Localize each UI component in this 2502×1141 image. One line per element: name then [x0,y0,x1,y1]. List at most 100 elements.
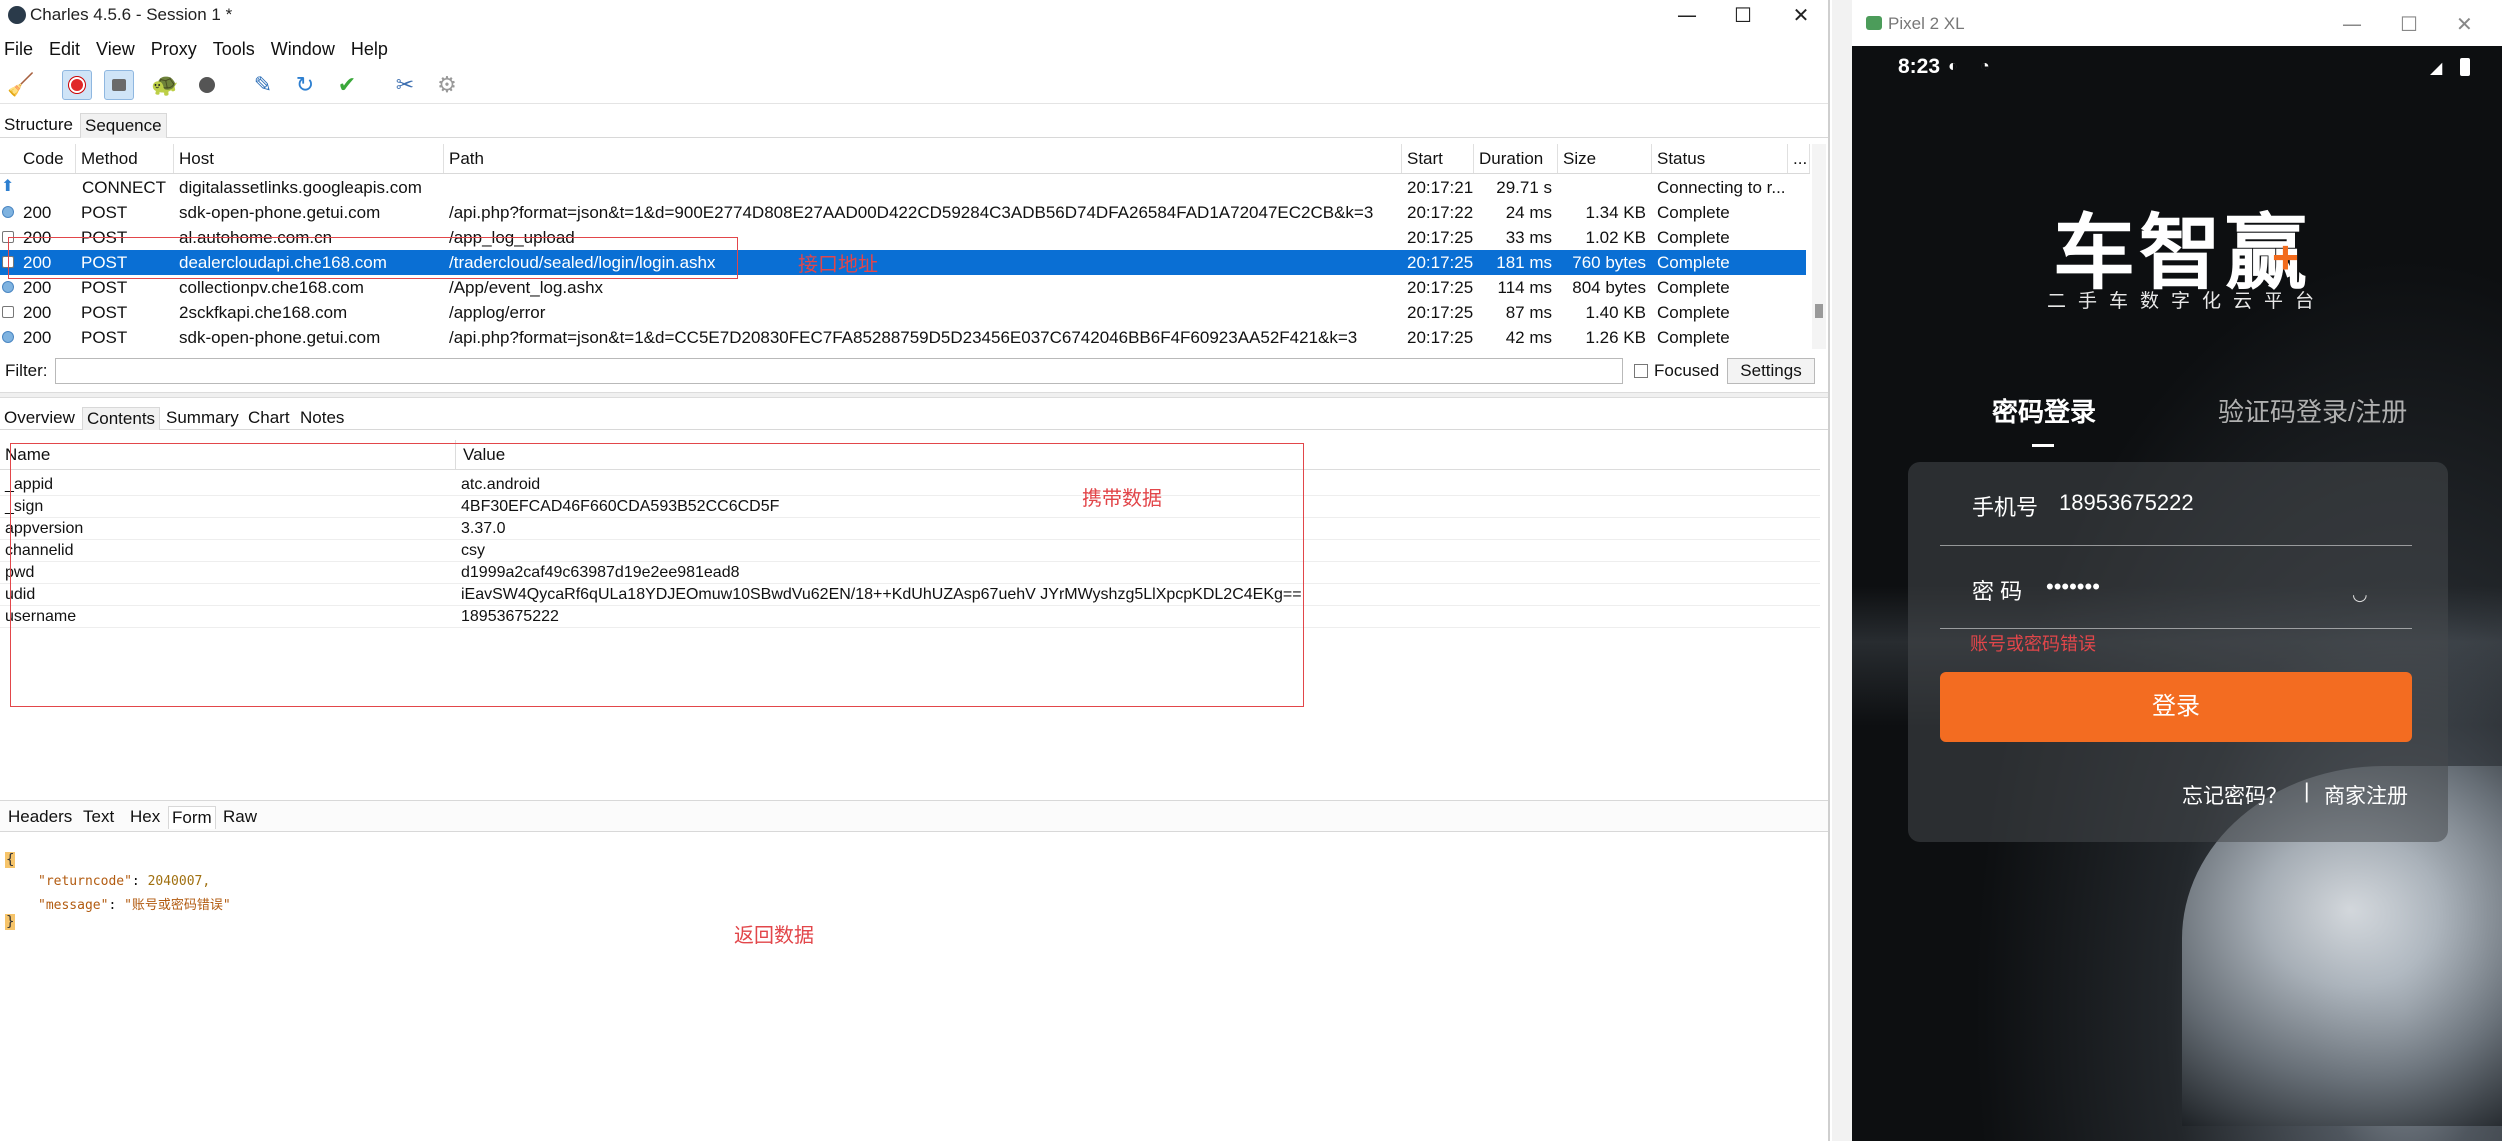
compose-pen-icon[interactable]: ✎ [248,70,278,100]
filter-label: Filter: [5,361,48,380]
request-row[interactable]: 200 POST sdk-open-phone.getui.com /api.p… [0,325,1810,350]
password-underline [1940,628,2412,629]
wifi-off-icon: ◔ [1980,58,1990,75]
request-table-header: Code Method Host Path Start Duration Siz… [0,144,1810,174]
breakpoint-icon[interactable] [192,70,222,100]
forgot-password-link[interactable]: 忘记密码？ [2182,780,2287,810]
col-more[interactable]: ... [1788,144,1810,173]
validate-check-icon[interactable]: ✔ [332,70,362,100]
menu-window[interactable]: Window [271,36,335,62]
filter-input[interactable] [55,358,1623,384]
detail-tabs: Overview Contents Summary Chart Notes [0,404,1828,430]
tab-chart[interactable]: Chart [244,407,294,429]
focused-label: Focused [1654,361,1720,380]
password-label: 密 码 [1972,579,2023,604]
json-line: "message": "账号或密码错误" [38,898,231,913]
document-icon [2,306,14,318]
request-status-icon [2,281,14,293]
col-host[interactable]: Host [174,144,444,173]
throttle-turtle-icon[interactable]: 🐢 [150,70,180,100]
pane-splitter[interactable] [0,392,1828,398]
phone-input[interactable]: 18953675222 [2059,490,2194,516]
broom-icon[interactable]: 🧹 [6,70,36,100]
maximize-button[interactable]: ☐ [1720,2,1766,28]
col-code[interactable]: Code [18,144,76,173]
battery-icon [2460,58,2470,76]
annotation-box-url [8,237,738,279]
tab-form[interactable]: Form [168,806,216,829]
scrollbar-thumb[interactable] [1815,304,1823,318]
request-status-icon [2,206,14,218]
tab-text[interactable]: Text [80,806,117,828]
focused-checkbox[interactable] [1634,364,1648,378]
emulator-title: Pixel 2 XL [1888,14,1965,33]
settings-gear-icon[interactable]: ⚙ [432,70,462,100]
col-size[interactable]: Size [1558,144,1652,173]
tab-headers[interactable]: Headers [5,806,75,828]
minimize-button[interactable]: — [1664,2,1710,28]
status-bar: 8:23 ◐ ◔ ◢ [1852,46,2502,86]
menu-view[interactable]: View [96,36,135,62]
phone-label: 手机号 [1972,495,2039,520]
charles-app-icon [8,6,26,24]
repeat-icon[interactable]: ↻ [290,70,320,100]
response-json-viewer[interactable]: { "returncode": 2040007, "message": "账号或… [0,842,1828,1141]
charles-window: Charles 4.5.6 - Session 1 * — ☐ ✕ File Ed… [0,0,1830,1141]
request-status-icon [2,331,14,343]
menu-proxy[interactable]: Proxy [151,36,197,62]
menu-file[interactable]: File [4,36,33,62]
login-error-message: 账号或密码错误 [1970,634,2096,654]
menu-edit[interactable]: Edit [49,36,80,62]
tab-summary[interactable]: Summary [162,407,243,429]
ssl-lock-icon[interactable] [104,70,134,100]
col-status[interactable]: Status [1652,144,1788,173]
tab-contents[interactable]: Contents [82,407,161,430]
json-open-brace: { [5,852,16,868]
view-tabs: Structure Sequence [0,110,1828,138]
emulator-maximize-button[interactable]: ☐ [2400,12,2418,36]
json-close-brace: } [5,914,16,930]
tab-password-login[interactable]: 密码登录 [1992,392,2096,429]
phone-screen: 8:23 ◐ ◔ ◢ 车智赢 + 二手车数字化云平台 密码登录 验证码登录/注册… [1852,46,2502,1141]
login-button[interactable]: 登录 [1940,672,2412,742]
request-row[interactable]: 200 POST sdk-open-phone.getui.com /api.p… [0,200,1810,225]
tab-sms-login[interactable]: 验证码登录/注册 [2218,392,2407,429]
emulator-title-bar: Pixel 2 XL — ☐ ✕ [1852,0,2502,46]
logo-plus: + [2272,231,2299,283]
record-icon[interactable] [62,70,92,100]
menu-help[interactable]: Help [351,36,388,62]
password-input[interactable]: ••••••• [2046,574,2100,600]
col-start[interactable]: Start [1402,144,1474,173]
link-separator: | [2304,780,2310,803]
signal-icon: ◢ [2430,60,2443,77]
col-duration[interactable]: Duration [1474,144,1558,173]
tab-sequence[interactable]: Sequence [80,113,167,138]
request-table-scrollbar[interactable] [1812,144,1826,349]
tab-hex[interactable]: Hex [127,806,163,828]
emulator-minimize-button[interactable]: — [2342,12,2362,36]
tab-indicator [2032,444,2054,447]
window-gap [1832,0,1852,1141]
request-row[interactable]: ⬆ CONNECT digitalassetlinks.googleapis.c… [0,175,1810,200]
col-method[interactable]: Method [76,144,174,173]
tab-overview[interactable]: Overview [0,407,79,429]
request-row[interactable]: 200 POST 2sckfkapi.che168.com /applog/er… [0,300,1810,325]
emulator-window: Pixel 2 XL — ☐ ✕ 8:23 ◐ ◔ ◢ 车智赢 + 二手车数字化… [1852,0,2502,1141]
tab-notes[interactable]: Notes [296,407,348,429]
filter-settings-button[interactable]: Settings [1727,358,1815,384]
annotation-label-params: 携带数据 [1082,488,1162,510]
eye-closed-icon[interactable]: ◡ [2352,584,2368,605]
tools-icon[interactable]: ✂ [390,70,420,100]
status-time: 8:23 [1898,55,1941,78]
annotation-label-response: 返回数据 [734,925,814,947]
tab-raw[interactable]: Raw [220,806,260,828]
tab-structure[interactable]: Structure [0,113,77,137]
merchant-register-link[interactable]: 商家注册 [2324,780,2408,810]
emulator-close-button[interactable]: ✕ [2456,12,2473,36]
col-path[interactable]: Path [444,144,1402,173]
close-button[interactable]: ✕ [1778,2,1824,28]
response-tabs: Headers Text Hex Form Raw [0,800,1828,832]
menu-tools[interactable]: Tools [213,36,255,62]
app-notification-icon: ◐ [1948,58,1958,75]
emulator-app-icon [1866,16,1882,30]
